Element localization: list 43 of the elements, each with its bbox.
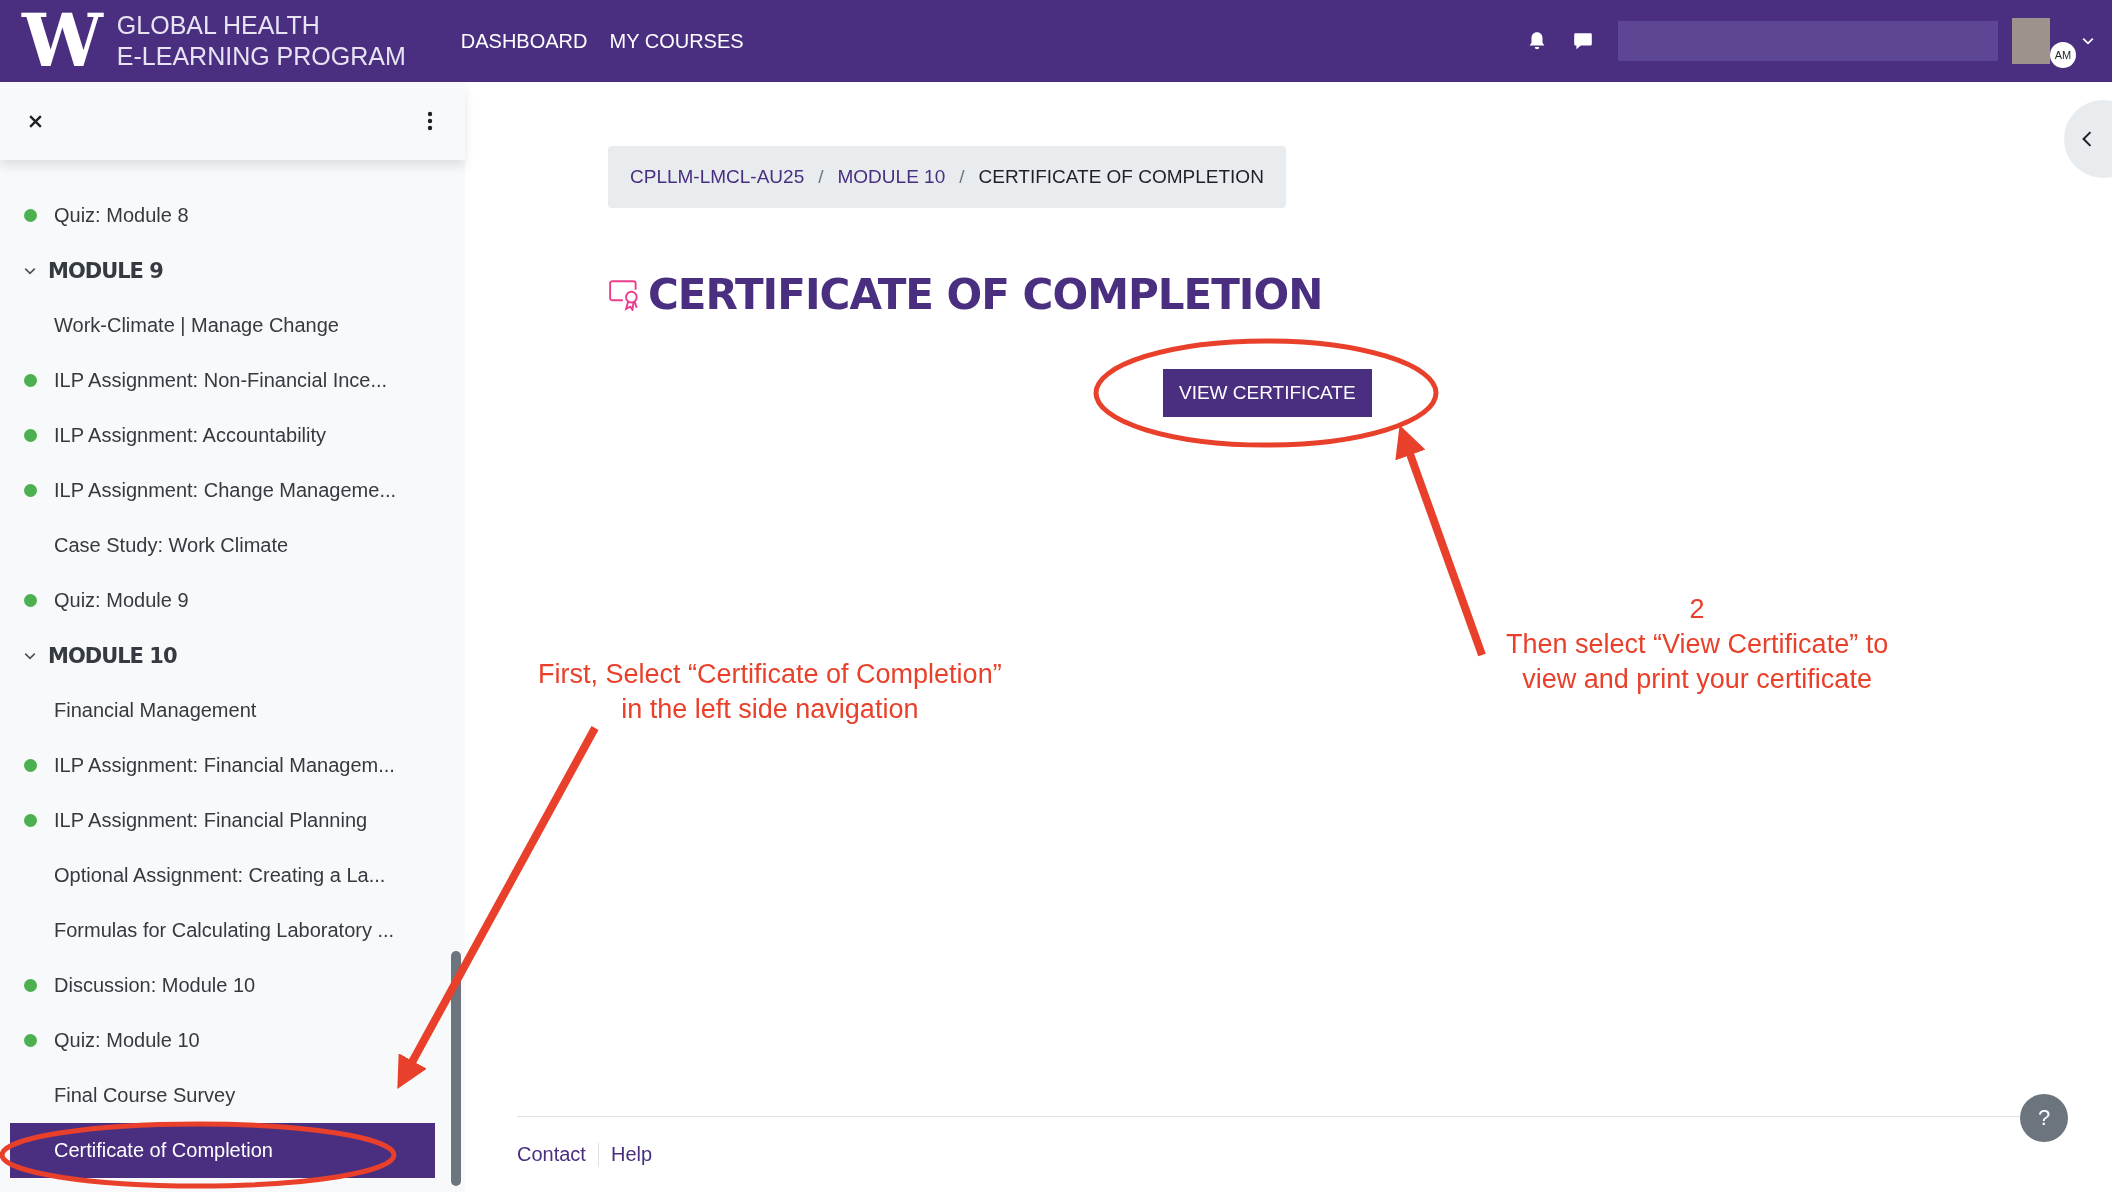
activity-link[interactable]: ILP Assignment: Financial Managem...	[10, 738, 435, 793]
activity-link[interactable]: Final Course Survey	[10, 1068, 435, 1123]
annotation-text: 2 Then select “View Certificate” to view and print your certificate	[1506, 593, 1889, 696]
activity-link[interactable]: Formulas for Calculating Laboratory ...	[10, 903, 435, 958]
nav-link[interactable]: MY COURSES	[609, 29, 744, 53]
activity-link[interactable]: ILP Assignment: Financial Planning	[10, 793, 435, 848]
chevron-icon[interactable]	[24, 651, 36, 660]
close-icon[interactable]	[28, 113, 43, 129]
page-title: CERTIFICATE OF COMPLETION	[648, 270, 1323, 319]
activity-link[interactable]: Work-Climate | Manage Change	[10, 298, 435, 353]
section-heading[interactable]: MODULE 9	[48, 258, 163, 283]
annotation-text: First, Select “Certificate of Completion” in the left side navigation	[538, 658, 1002, 726]
activity-link[interactable]: Case Study: Work Climate	[10, 518, 435, 573]
more-options-icon[interactable]	[427, 111, 433, 131]
chat-icon[interactable]	[1572, 30, 1594, 52]
contact-link[interactable]: Contact	[517, 1143, 586, 1166]
scrollbar-thumb[interactable]	[451, 951, 461, 1186]
activity-link[interactable]: Optional Assignment: Creating a La...	[10, 848, 435, 903]
help-button[interactable]: ?	[2020, 1094, 2068, 1142]
activity-link[interactable]: Quiz: Module 9	[10, 573, 435, 628]
activity-link[interactable]: ILP Assignment: Change Manageme...	[10, 463, 435, 518]
activity-link[interactable]: Discussion: Module 10	[10, 958, 435, 1013]
user-initials-badge: AM	[2050, 42, 2076, 68]
chevron-icon[interactable]	[24, 266, 36, 275]
view-certificate-button[interactable]: VIEW CERTIFICATE	[1163, 369, 1372, 417]
activity-link[interactable]: Quiz: Module 8	[10, 188, 435, 243]
nav-link[interactable]: DASHBOARD	[460, 29, 588, 53]
activity-link[interactable]: ILP Assignment: Non-Financial Ince...	[10, 353, 435, 408]
caret-icon[interactable]	[2082, 37, 2094, 45]
breadcrumb-separator: /	[959, 166, 965, 188]
help-link[interactable]: Help	[610, 1143, 653, 1166]
brand-name: E-LEARNING PROGRAM	[116, 41, 406, 72]
breadcrumb-separator: /	[818, 166, 824, 188]
section-heading[interactable]: MODULE 10	[48, 643, 177, 668]
activity-link[interactable]: Financial Management	[10, 683, 435, 738]
breadcrumb-link[interactable]: CPLLM-LMCL-AU25	[630, 166, 805, 188]
brand-name: GLOBAL HEALTH	[116, 9, 321, 41]
breadcrumb-current-page: CERTIFICATE OF COMPLETION	[978, 166, 1264, 188]
activity-link[interactable]: ILP Assignment: Accountability	[10, 408, 435, 463]
breadcrumb-link[interactable]: MODULE 10	[837, 166, 946, 188]
activity-link[interactable]: Quiz: Module 10	[10, 1013, 435, 1068]
logo-letter[interactable]: W	[18, 1, 107, 81]
chevron-left-icon	[2082, 131, 2092, 147]
